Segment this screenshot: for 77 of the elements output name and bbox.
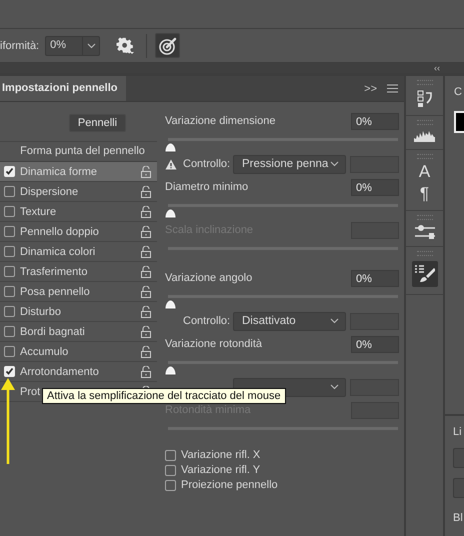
checkbox[interactable] xyxy=(4,346,15,357)
histogram-icon[interactable] xyxy=(414,130,436,142)
checkbox[interactable] xyxy=(4,266,15,277)
panel-title: Li xyxy=(453,426,463,438)
checkbox[interactable] xyxy=(4,226,15,237)
color-swatch[interactable] xyxy=(454,111,464,133)
checkbox[interactable] xyxy=(4,306,15,317)
brush-option-item[interactable]: Dinamica forme xyxy=(0,162,157,182)
history-icon[interactable] xyxy=(416,90,432,108)
caret-icon xyxy=(330,384,339,390)
brush-target-icon xyxy=(158,36,177,54)
setting-label: Variazione dimensione xyxy=(165,115,276,127)
lock-icon[interactable] xyxy=(141,206,151,218)
setting-label: Variazione rotondità xyxy=(165,338,262,350)
brush-option-item[interactable]: Trasferimento xyxy=(0,262,157,282)
brush-option-item[interactable]: Accumulo xyxy=(0,342,157,362)
panel-title: C xyxy=(454,86,462,98)
value-field[interactable]: 0% xyxy=(351,112,399,130)
collapse-button[interactable]: ‹‹ xyxy=(434,63,440,73)
caret-icon xyxy=(86,42,96,48)
brush-option-item[interactable]: Disturbo xyxy=(0,302,157,322)
control-dropdown[interactable]: Disattivato xyxy=(233,312,346,330)
panel-tab[interactable]: Impostazioni pennello xyxy=(0,76,126,101)
lock-icon[interactable] xyxy=(141,226,151,238)
checkbox[interactable] xyxy=(4,326,15,337)
warning-icon xyxy=(165,158,177,170)
percent-dropdown[interactable]: 0% xyxy=(45,36,100,56)
brush-option-item[interactable]: Bordi bagnati xyxy=(0,322,157,342)
option-checkbox[interactable]: Variazione rifl. X xyxy=(165,449,285,461)
caret-icon xyxy=(330,318,339,324)
lock-icon[interactable] xyxy=(141,306,151,318)
option-checkbox[interactable]: Variazione rifl. Y xyxy=(165,464,285,476)
lock-icon[interactable] xyxy=(141,166,151,178)
checkbox[interactable] xyxy=(4,186,15,197)
value-field[interactable]: 0% xyxy=(351,270,399,286)
lock-icon[interactable] xyxy=(141,366,151,378)
value-field[interactable]: 0% xyxy=(351,178,399,196)
caret-icon xyxy=(330,161,339,167)
setting-label: Diametro minimo xyxy=(165,181,248,193)
settings-icon[interactable] xyxy=(116,36,134,54)
brush-option-item[interactable]: Posa pennello xyxy=(0,282,157,302)
value-field[interactable]: 0% xyxy=(351,336,399,352)
checkbox[interactable] xyxy=(4,286,15,297)
slider-thumb[interactable] xyxy=(165,143,176,152)
sliders-icon[interactable] xyxy=(414,225,434,239)
menu-icon[interactable] xyxy=(387,84,398,93)
lock-icon[interactable] xyxy=(141,286,151,298)
brush-option-item[interactable]: Arrotondamento xyxy=(0,362,157,382)
tooltip: Attiva la semplificazione del tracciato del mouse xyxy=(42,388,286,404)
control-label: Controllo: xyxy=(183,158,230,170)
expand-button[interactable]: >> xyxy=(364,82,377,94)
brush-option-item[interactable]: Pennello doppio xyxy=(0,222,157,242)
brush-option-item[interactable]: Dispersione xyxy=(0,182,157,202)
brush-option-item[interactable]: Dinamica colori xyxy=(0,242,157,262)
lock-icon[interactable] xyxy=(141,326,151,338)
brushes-button[interactable]: Pennelli xyxy=(69,114,126,132)
lock-icon[interactable] xyxy=(141,266,151,278)
slider-thumb[interactable] xyxy=(165,209,176,218)
option-checkbox[interactable]: Proiezione pennello xyxy=(165,479,285,491)
lock-icon[interactable] xyxy=(141,346,151,358)
control-label: Controllo: xyxy=(183,315,230,327)
character-icon[interactable]: A xyxy=(418,163,430,181)
lock-icon[interactable] xyxy=(141,186,151,198)
slider-thumb[interactable] xyxy=(165,366,176,375)
brush-settings-button[interactable] xyxy=(412,261,438,287)
setting-label: Variazione angolo xyxy=(165,272,252,284)
slider-thumb[interactable] xyxy=(165,300,176,309)
brush-option-item[interactable]: Texture xyxy=(0,202,157,222)
panel-label: Bl xyxy=(453,512,464,524)
option-label: iformità: xyxy=(0,40,40,52)
paragraph-icon[interactable]: ¶ xyxy=(420,185,430,203)
brush-target-button[interactable] xyxy=(155,33,180,58)
brush-settings-icon xyxy=(414,265,434,283)
lock-icon[interactable] xyxy=(141,246,151,258)
checkbox[interactable] xyxy=(4,206,15,217)
control-dropdown[interactable]: Pressione penna xyxy=(233,154,346,174)
checkbox[interactable] xyxy=(4,246,15,257)
